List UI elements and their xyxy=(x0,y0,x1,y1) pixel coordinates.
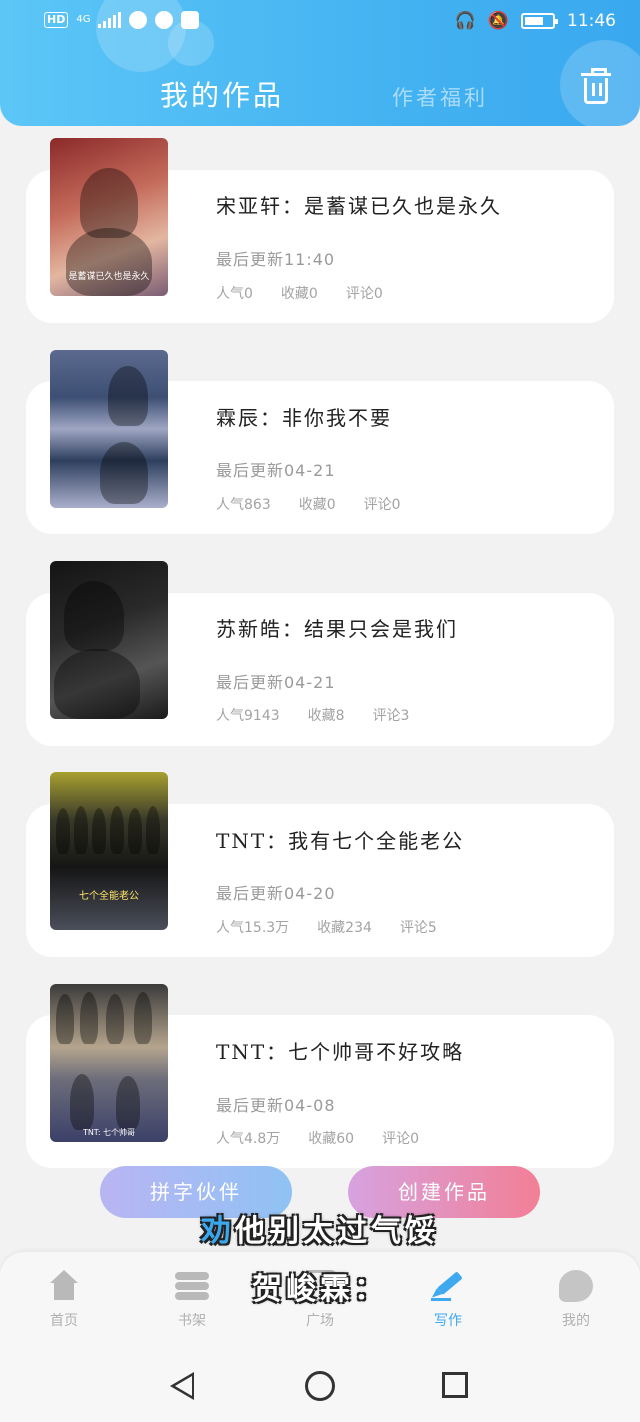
status-bar: HD 4G 🎧 🔕 11:46 xyxy=(0,0,640,42)
work-updated: 最后更新11:40 xyxy=(216,250,336,269)
nav-label: 我的 xyxy=(562,1313,590,1329)
work-updated: 最后更新04-21 xyxy=(216,461,336,480)
comments-count: 评论0 xyxy=(345,286,383,302)
cover-caption: 是蓄谋已久也是永久 xyxy=(68,272,150,282)
work-updated: 最后更新04-20 xyxy=(216,884,336,903)
wechat-icon xyxy=(155,11,174,29)
work-updated: 最后更新04-21 xyxy=(216,673,336,692)
battery-icon xyxy=(521,13,558,29)
comments-count: 评论0 xyxy=(363,497,401,513)
work-title[interactable]: TNT：我有七个全能老公 xyxy=(216,825,464,854)
app-notify-icon xyxy=(181,11,200,29)
popularity-count: 人气15.3万 xyxy=(216,920,290,936)
popularity-count: 人气4.8万 xyxy=(216,1131,281,1147)
recent-apps-icon[interactable] xyxy=(442,1372,468,1398)
network-badge: 4G xyxy=(76,14,91,25)
trash-icon[interactable] xyxy=(581,68,611,104)
tab-my-works[interactable]: 我的作品 xyxy=(160,74,284,114)
overlay-caption-line1: 劝他别太过气馁 xyxy=(0,1206,640,1250)
nav-label: 书架 xyxy=(178,1313,206,1329)
cover-caption: TNT: 七个帅哥 xyxy=(82,1128,136,1137)
work-stats: 人气9143 收藏8 评论3 xyxy=(216,705,409,725)
popularity-count: 人气863 xyxy=(216,497,271,513)
nav-label: 首页 xyxy=(50,1313,78,1329)
work-cover-image[interactable] xyxy=(50,350,168,508)
favorites-count: 收藏8 xyxy=(307,708,345,724)
app-header: HD 4G 🎧 🔕 11:46 我的作品 作者福利 xyxy=(0,0,640,126)
popularity-count: 人气9143 xyxy=(216,708,280,724)
work-stats: 人气15.3万 收藏234 评论5 xyxy=(216,917,437,937)
work-stats: 人气4.8万 收藏60 评论0 xyxy=(216,1128,419,1148)
work-updated: 最后更新04-08 xyxy=(216,1096,336,1115)
work-title[interactable]: TNT：七个帅哥不好攻略 xyxy=(216,1036,464,1065)
nav-label: 广场 xyxy=(306,1313,334,1329)
nav-label: 写作 xyxy=(434,1313,462,1329)
mute-bell-icon: 🔕 xyxy=(487,11,509,31)
browser-icon xyxy=(129,11,148,29)
popularity-count: 人气0 xyxy=(216,286,253,302)
overlay-highlight: 劝 xyxy=(201,1214,235,1249)
favorites-count: 收藏234 xyxy=(317,920,372,936)
work-cover-image[interactable]: 七个全能老公 xyxy=(50,772,168,930)
overlay-text: 他别太过气馁 xyxy=(235,1214,439,1249)
work-cover-image[interactable]: TNT: 七个帅哥 xyxy=(50,984,168,1142)
favorites-count: 收藏0 xyxy=(280,286,318,302)
favorites-count: 收藏60 xyxy=(308,1131,355,1147)
work-title[interactable]: 苏新皓：结果只会是我们 xyxy=(216,613,458,642)
work-cover-image[interactable] xyxy=(50,561,168,719)
tab-author-welfare[interactable]: 作者福利 xyxy=(392,82,488,112)
favorites-count: 收藏0 xyxy=(298,497,336,513)
comments-count: 评论3 xyxy=(372,708,410,724)
home-circle-icon[interactable] xyxy=(305,1371,335,1401)
cover-caption: 七个全能老公 xyxy=(79,891,139,902)
back-icon[interactable] xyxy=(170,1372,194,1400)
work-title[interactable]: 宋亚轩：是蓄谋已久也是永久 xyxy=(216,190,502,219)
work-title[interactable]: 霖辰：非你我不要 xyxy=(216,402,392,431)
headphone-icon: 🎧 xyxy=(454,11,476,31)
signal-icon xyxy=(98,12,122,28)
comments-count: 评论5 xyxy=(399,920,437,936)
comments-count: 评论0 xyxy=(382,1131,420,1147)
system-nav-bar xyxy=(0,1350,640,1422)
work-cover-image[interactable]: 是蓄谋已久也是永久 xyxy=(50,138,168,296)
work-stats: 人气863 收藏0 评论0 xyxy=(216,494,401,514)
work-stats: 人气0 收藏0 评论0 xyxy=(216,283,383,303)
hd-badge: HD xyxy=(44,12,69,28)
overlay-caption-line2: 贺峻霖： xyxy=(252,1272,388,1307)
clock: 11:46 xyxy=(567,11,616,31)
